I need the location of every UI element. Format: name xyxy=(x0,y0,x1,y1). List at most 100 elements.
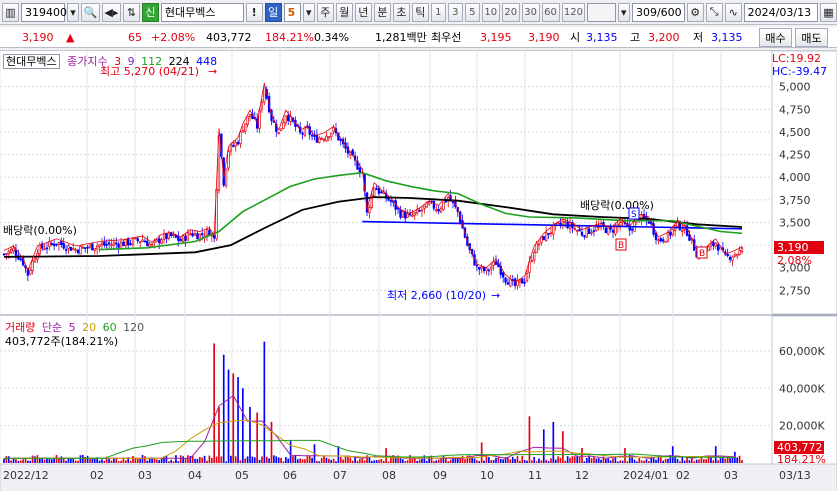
ma-3-label[interactable]: 3 xyxy=(114,55,121,68)
period-week[interactable]: 주 xyxy=(316,2,334,22)
volume-bar xyxy=(242,388,244,463)
volume-bar xyxy=(363,460,366,463)
volume-bar xyxy=(729,458,731,463)
candle-body xyxy=(418,210,421,212)
current-pct-tag-text: 2.08% xyxy=(777,254,812,267)
period-tick[interactable]: 틱 xyxy=(411,2,429,22)
candle-body xyxy=(131,238,135,246)
interval-dropdown-icon[interactable]: ▾ xyxy=(617,2,630,22)
period-value-input[interactable]: 5 xyxy=(283,2,301,22)
best-quote-label: 최우선 xyxy=(431,31,462,44)
volume-bar xyxy=(714,446,717,463)
dividend-annotation-right: 배당락(0.00%) xyxy=(580,199,654,212)
candle-body xyxy=(423,205,426,209)
time-tick-label: 02 xyxy=(90,469,104,482)
time-tick-label: 03/13 xyxy=(779,469,811,482)
candle-body xyxy=(64,249,68,251)
high-label: 고 xyxy=(630,31,641,44)
volume-bar xyxy=(530,460,533,463)
layout-icon[interactable]: ▥ xyxy=(2,2,19,22)
sell-button[interactable]: 매도 xyxy=(795,28,828,47)
interval-60[interactable]: 60 xyxy=(541,2,560,22)
candle-body xyxy=(320,137,323,140)
volume-bar xyxy=(27,460,29,463)
ma-9-label[interactable]: 9 xyxy=(128,55,135,68)
candle-body xyxy=(248,113,252,117)
dropdown-icon[interactable]: ▾ xyxy=(67,2,79,22)
prev-next-icon[interactable]: ⇅ xyxy=(122,2,140,22)
period-month[interactable]: 월 xyxy=(335,2,353,22)
volume-bar xyxy=(256,412,258,463)
date-input[interactable]: 2024/03/13 xyxy=(743,2,818,22)
period-second[interactable]: 초 xyxy=(392,2,410,22)
volume-bar xyxy=(327,458,330,463)
interval-20[interactable]: 20 xyxy=(501,2,520,22)
period-year[interactable]: 년 xyxy=(354,2,372,22)
volume-bar xyxy=(232,373,235,463)
interval-5[interactable]: 5 xyxy=(464,2,480,22)
candle-body xyxy=(172,234,175,236)
vol-ma-120-label[interactable]: 120 xyxy=(123,321,144,334)
alert-icon[interactable]: ! xyxy=(245,2,263,22)
volume-bar xyxy=(280,457,282,463)
candle-body xyxy=(368,207,371,214)
stock-code-input[interactable]: 319400 xyxy=(21,2,67,22)
candle-body xyxy=(162,233,166,240)
candle-body xyxy=(485,267,488,271)
volume-bar xyxy=(674,456,676,463)
volume-bar xyxy=(497,457,500,463)
candle-body xyxy=(129,243,132,245)
candle-body xyxy=(146,240,149,247)
interval-3[interactable]: 3 xyxy=(447,2,463,22)
candle-body xyxy=(642,214,646,219)
candle-body xyxy=(239,131,242,144)
period-dropdown-icon[interactable]: ▾ xyxy=(302,2,315,22)
volume-bar xyxy=(170,459,173,463)
sound-icon[interactable]: ◀▸ xyxy=(101,2,121,22)
interval-1[interactable]: 1 xyxy=(430,2,446,22)
volume-bar xyxy=(299,458,301,463)
volume-bar xyxy=(562,431,564,463)
chart-svg[interactable]: 5,0004,7504,5004,2504,0003,7503,5003,250… xyxy=(0,50,837,491)
indicator-name[interactable]: 종가지수 xyxy=(67,55,107,68)
volume-bar xyxy=(201,457,204,463)
stock-name-field[interactable]: 현대무벡스 xyxy=(160,2,244,22)
time-tick-label: 10 xyxy=(480,469,494,482)
settings-icon[interactable]: ⚙ xyxy=(686,2,704,22)
ruler-icon[interactable]: ⤡ xyxy=(705,2,723,22)
volume-bar xyxy=(488,457,490,463)
bar-count-field[interactable]: 309/600 xyxy=(631,2,685,22)
volume-bar xyxy=(437,459,440,463)
current-volume-pct-text: 184.21% xyxy=(777,453,826,466)
ma-224-label[interactable]: 224 xyxy=(169,55,190,68)
interval-30[interactable]: 30 xyxy=(521,2,540,22)
volume-bar xyxy=(521,455,524,463)
volume-bar xyxy=(316,461,318,463)
candle-body xyxy=(62,243,65,249)
ma-112-label[interactable]: 112 xyxy=(141,55,162,68)
price-tick-label: 2,750 xyxy=(779,284,811,297)
price-panel-title[interactable]: 현대무벡스 xyxy=(3,54,60,69)
candle-body xyxy=(189,233,192,235)
trend-icon[interactable]: ∿ xyxy=(724,2,742,22)
volume-bar xyxy=(81,455,84,463)
period-daily[interactable]: 일 xyxy=(264,2,282,22)
price-legend: 현대무벡스 종가지수 3 9 112 224 448 xyxy=(3,53,217,69)
ma-448-label[interactable]: 448 xyxy=(196,55,217,68)
volume-bar xyxy=(571,456,574,463)
volume-bar xyxy=(141,455,144,463)
volume-bar xyxy=(547,461,550,463)
volume-bar xyxy=(614,457,617,463)
search-icon[interactable]: 🔍 xyxy=(81,2,100,22)
interval-10[interactable]: 10 xyxy=(481,2,500,22)
volume-bar xyxy=(153,458,156,463)
calendar-icon[interactable]: ▦ xyxy=(819,2,837,22)
lc-label: LC:19.92 xyxy=(772,52,821,65)
buy-button[interactable]: 매수 xyxy=(759,28,792,47)
candle-body xyxy=(523,281,526,284)
interval-120[interactable]: 120 xyxy=(561,2,586,22)
price-plot-area xyxy=(0,51,772,314)
candle-body xyxy=(607,226,610,235)
period-minute[interactable]: 분 xyxy=(373,2,391,22)
custom-interval-input[interactable] xyxy=(587,2,616,22)
